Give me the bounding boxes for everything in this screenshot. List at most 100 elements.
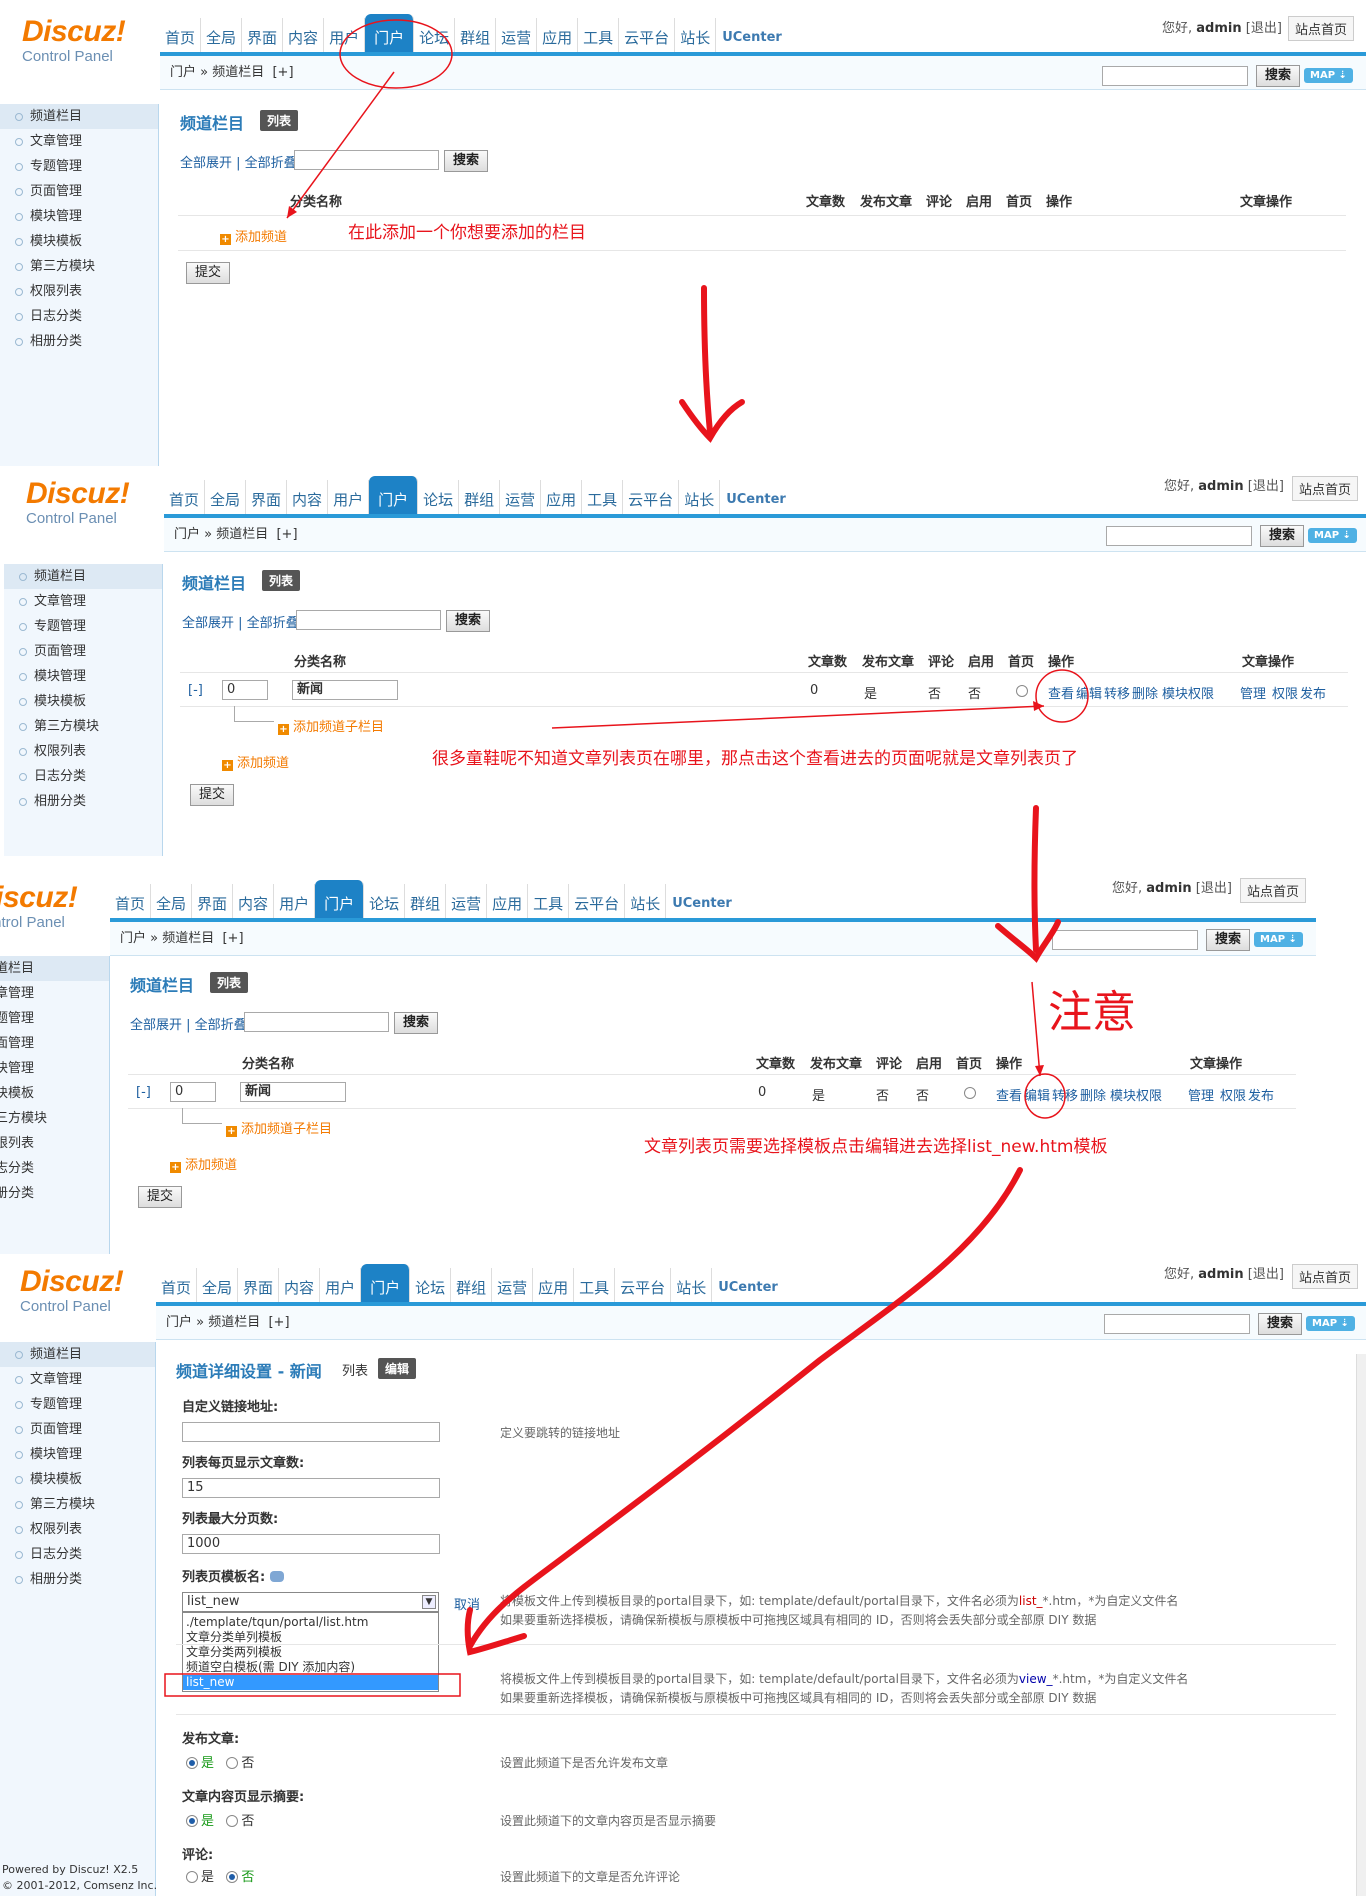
sidebar-item-7[interactable]: 权限列表 [0, 1131, 109, 1156]
cell-home-radio[interactable] [964, 1086, 979, 1101]
expand-all-text[interactable]: 全部展开 [182, 616, 234, 631]
collapse-toggle[interactable]: [-] [136, 1085, 151, 1100]
submit-button[interactable]: 提交 [138, 1186, 183, 1208]
template-option[interactable]: 文章分类两列模板 [183, 1645, 438, 1660]
breadcrumb-add[interactable]: [+] [272, 65, 293, 80]
order-input[interactable]: 0 [222, 680, 268, 700]
row-op-4[interactable]: 模块权限 [1110, 1085, 1162, 1104]
sidebar-item-4[interactable]: 模块管理 [0, 204, 158, 229]
sidebar-item-3[interactable]: 页面管理 [4, 639, 162, 664]
add-channel-link[interactable]: + 添加频道 [222, 752, 289, 771]
filter-input[interactable] [296, 610, 441, 630]
sidebar-item-6[interactable]: 第三方模块 [0, 1106, 109, 1131]
top-search-input[interactable] [1104, 1314, 1250, 1334]
map-button[interactable]: MAP ⇣ [1308, 528, 1357, 543]
sidebar-item-5[interactable]: 模块模板 [0, 229, 158, 254]
collapse-all-text[interactable]: 全部折叠 [245, 156, 297, 171]
collapse-toggle[interactable]: [-] [188, 683, 203, 698]
max-pages-input[interactable]: 1000 [182, 1534, 440, 1554]
article-op-2[interactable]: 发布 [1300, 683, 1326, 702]
sidebar-item-0[interactable]: 频道栏目 [0, 1342, 155, 1367]
radio-icon[interactable] [226, 1757, 239, 1769]
radio-icon[interactable] [186, 1815, 198, 1827]
add-channel-link[interactable]: + 添加频道 [220, 226, 287, 245]
article-op-1[interactable]: 权限 [1272, 683, 1298, 702]
sidebar-item-9[interactable]: 相册分类 [0, 329, 158, 354]
sidebar-item-0[interactable]: 频道栏目 [4, 564, 162, 589]
sidebar-item-5[interactable]: 模块模板 [0, 1081, 109, 1106]
sidebar-item-2[interactable]: 专题管理 [0, 1392, 155, 1417]
expand-all-text[interactable]: 全部展开 [130, 1018, 182, 1033]
site-home-button[interactable]: 站点首页 [1240, 878, 1307, 903]
row-op-3[interactable]: 删除 [1132, 683, 1158, 702]
filter-input[interactable] [294, 150, 439, 170]
article-op-0[interactable]: 管理 [1188, 1085, 1214, 1104]
tab-list[interactable]: 列表 [210, 972, 249, 993]
expand-all-link[interactable]: 全部展开 | 全部折叠 [130, 1014, 247, 1033]
logout-link[interactable]: [退出] [1246, 21, 1282, 36]
add-subchannel-link[interactable]: + 添加频道子栏目 [278, 716, 384, 735]
sidebar-item-3[interactable]: 页面管理 [0, 1417, 155, 1442]
template-cancel-link[interactable]: 取消 [454, 1594, 480, 1613]
summary-radios[interactable]: 是 否 [186, 1810, 254, 1829]
expand-all-link[interactable]: 全部展开 | 全部折叠 [182, 612, 299, 631]
sidebar-item-6[interactable]: 第三方模块 [0, 254, 158, 279]
site-home-button[interactable]: 站点首页 [1288, 16, 1355, 41]
logout-link[interactable]: [退出] [1196, 881, 1232, 896]
article-op-1[interactable]: 权限 [1220, 1085, 1246, 1104]
top-search-button[interactable]: 搜索 [1256, 65, 1301, 87]
sidebar-item-6[interactable]: 第三方模块 [4, 714, 162, 739]
comment-radios[interactable]: 是 否 [186, 1866, 254, 1885]
sidebar-item-4[interactable]: 模块管理 [4, 664, 162, 689]
sidebar-item-3[interactable]: 页面管理 [0, 179, 158, 204]
sidebar-item-7[interactable]: 权限列表 [0, 1517, 155, 1542]
sidebar-item-8[interactable]: 日志分类 [0, 1156, 109, 1181]
sidebar-item-5[interactable]: 模块模板 [0, 1467, 155, 1492]
sidebar-item-1[interactable]: 文章管理 [0, 129, 158, 154]
breadcrumb-add[interactable]: [+] [222, 931, 243, 946]
map-button[interactable]: MAP ⇣ [1254, 932, 1303, 947]
submit-button[interactable]: 提交 [186, 262, 231, 284]
top-search-input[interactable] [1052, 930, 1198, 950]
row-op-1[interactable]: 编辑 [1024, 1085, 1050, 1104]
top-search-input[interactable] [1106, 526, 1252, 546]
map-button[interactable]: MAP ⇣ [1306, 1316, 1355, 1331]
breadcrumb-add[interactable]: [+] [268, 1315, 289, 1330]
order-input[interactable]: 0 [170, 1082, 216, 1102]
sidebar-item-2[interactable]: 专题管理 [0, 154, 158, 179]
sidebar-item-0[interactable]: 频道栏目 [0, 104, 158, 129]
expand-all-link[interactable]: 全部展开 | 全部折叠 [180, 152, 297, 171]
tab-list[interactable]: 列表 [260, 110, 299, 131]
add-subchannel-label[interactable]: 添加频道子栏目 [293, 720, 384, 735]
sidebar-item-6[interactable]: 第三方模块 [0, 1492, 155, 1517]
cell-home-radio[interactable] [1016, 684, 1031, 699]
sidebar-item-3[interactable]: 页面管理 [0, 1031, 109, 1056]
top-search-button[interactable]: 搜索 [1206, 929, 1251, 951]
publish-radios[interactable]: 是 否 [186, 1752, 254, 1771]
radio-icon[interactable] [186, 1757, 198, 1769]
template-option[interactable]: list_new [183, 1675, 438, 1690]
add-subchannel-link[interactable]: + 添加频道子栏目 [226, 1118, 332, 1137]
row-op-0[interactable]: 查看 [1048, 683, 1074, 702]
row-op-4[interactable]: 模块权限 [1162, 683, 1214, 702]
template-option[interactable]: 文章分类单列模板 [183, 1630, 438, 1645]
site-home-button[interactable]: 站点首页 [1292, 1264, 1359, 1289]
radio-icon[interactable] [1016, 685, 1028, 697]
sidebar-item-7[interactable]: 权限列表 [4, 739, 162, 764]
top-search-button[interactable]: 搜索 [1258, 1313, 1303, 1335]
row-op-2[interactable]: 转移 [1104, 683, 1130, 702]
sidebar-item-2[interactable]: 专题管理 [4, 614, 162, 639]
sidebar-item-1[interactable]: 文章管理 [0, 981, 109, 1006]
collapse-all-text[interactable]: 全部折叠 [195, 1018, 247, 1033]
sidebar-item-5[interactable]: 模块模板 [4, 689, 162, 714]
row-op-1[interactable]: 编辑 [1076, 683, 1102, 702]
channel-name-input[interactable]: 新闻 [292, 680, 398, 700]
row-op-3[interactable]: 删除 [1080, 1085, 1106, 1104]
radio-icon[interactable] [964, 1087, 976, 1099]
sidebar-item-4[interactable]: 模块管理 [0, 1056, 109, 1081]
template-select[interactable]: list_new ▼ [182, 1592, 439, 1612]
sidebar-item-9[interactable]: 相册分类 [0, 1181, 109, 1206]
sidebar-item-8[interactable]: 日志分类 [0, 304, 158, 329]
per-page-input[interactable]: 15 [182, 1478, 440, 1498]
sidebar-item-8[interactable]: 日志分类 [4, 764, 162, 789]
